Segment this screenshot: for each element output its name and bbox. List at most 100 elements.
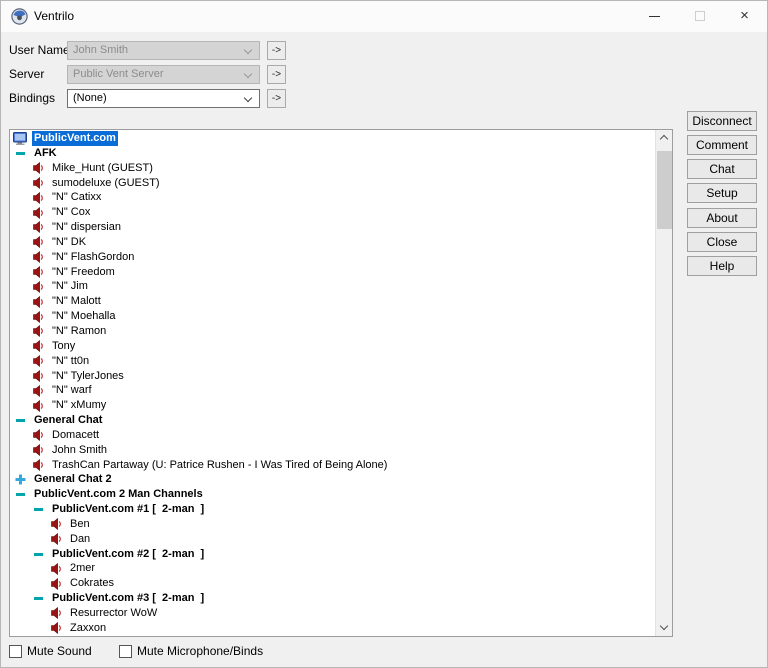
collapse-icon[interactable] (31, 504, 46, 515)
tree-item-user[interactable]: "N" warf (10, 383, 655, 398)
disconnect-button[interactable]: Disconnect (687, 111, 757, 131)
tree-item-channel[interactable]: PublicVent.com #3 [ 2-man ] (10, 591, 655, 606)
tree-item-label: "N" warf (50, 383, 94, 398)
computer-icon (13, 132, 28, 145)
speaker-icon (49, 578, 64, 590)
tree-item-channel_collapsed[interactable]: General Chat 2 (10, 472, 655, 487)
tree-item-user[interactable]: "N" xMumy (10, 398, 655, 413)
tree-item-user[interactable]: 2mer (10, 561, 655, 576)
ventrilo-window: Ventrilo × User Name John Smith -> Serve… (0, 0, 768, 668)
server-edit-button[interactable]: -> (267, 65, 286, 84)
tree-item-channel[interactable]: PublicVent.com 2 Man Channels (10, 487, 655, 502)
speaker-icon (31, 340, 46, 352)
tree-item-user[interactable]: "N" Jim (10, 279, 655, 294)
tree-item-user[interactable]: Mike_Hunt (GUEST) (10, 161, 655, 176)
maximize-button[interactable] (677, 1, 722, 31)
speaker-icon (31, 311, 46, 323)
tree-item-user[interactable]: "N" TylerJones (10, 369, 655, 384)
tree-item-label: Mike_Hunt (GUEST) (50, 161, 155, 176)
collapse-icon[interactable] (13, 489, 28, 500)
tree-item-channel[interactable]: AFK (10, 146, 655, 161)
username-row: User Name John Smith -> (1, 41, 301, 60)
speaker-icon (31, 177, 46, 189)
tree-item-user[interactable]: "N" Catixx (10, 190, 655, 205)
chat-button[interactable]: Chat (687, 159, 757, 179)
tree-item-user[interactable]: "N" Cox (10, 205, 655, 220)
channel-tree[interactable]: PublicVent.comAFKMike_Hunt (GUEST)sumode… (9, 129, 673, 637)
tree-item-label: "N" TylerJones (50, 369, 126, 384)
tree-item-user[interactable]: John Smith (10, 443, 655, 458)
speaker-icon (31, 281, 46, 293)
tree-item-server[interactable]: PublicVent.com (10, 131, 655, 146)
tree-item-channel[interactable]: PublicVent.com #1 [ 2-man ] (10, 502, 655, 517)
mute-microphone-label: Mute Microphone/Binds (137, 644, 263, 658)
server-combobox[interactable]: Public Vent Server (67, 65, 260, 84)
collapse-icon[interactable] (13, 148, 28, 159)
window-title: Ventrilo (34, 9, 74, 23)
tree-item-user[interactable]: "N" Moehalla (10, 309, 655, 324)
collapse-icon[interactable] (31, 593, 46, 604)
setup-button[interactable]: Setup (687, 183, 757, 203)
tree-item-label: PublicVent.com #1 [ 2-man ] (50, 502, 206, 517)
tree-item-label: "N" Cox (50, 205, 92, 220)
speaker-icon (31, 266, 46, 278)
title-bar: Ventrilo × (1, 1, 767, 32)
speaker-icon (49, 533, 64, 545)
tree-item-channel[interactable]: PublicVent.com #2 [ 2-man ] (10, 547, 655, 562)
speaker-icon (31, 192, 46, 204)
tree-item-user[interactable]: "N" Freedom (10, 265, 655, 280)
comment-button[interactable]: Comment (687, 135, 757, 155)
tree-item-label: "N" tt0n (50, 354, 91, 369)
tree-item-user[interactable]: "N" dispersian (10, 220, 655, 235)
minimize-button[interactable] (632, 1, 677, 31)
close-action-button[interactable]: Close (687, 232, 757, 252)
tree-item-user[interactable]: "N" FlashGordon (10, 250, 655, 265)
tree-item-label: General Chat 2 (32, 472, 114, 487)
tree-item-label: "N" Ramon (50, 324, 108, 339)
help-button[interactable]: Help (687, 256, 757, 276)
username-edit-button[interactable]: -> (267, 41, 286, 60)
tree-item-user[interactable]: Dan (10, 532, 655, 547)
scrollbar-thumb[interactable] (657, 151, 672, 229)
tree-item-label: 2mer (68, 561, 97, 576)
tree-item-label: "N" dispersian (50, 220, 123, 235)
bindings-combobox[interactable]: (None) (67, 89, 260, 108)
tree-item-user[interactable]: "N" DK (10, 235, 655, 250)
collapse-icon[interactable] (31, 549, 46, 560)
tree-item-user[interactable]: Domacett (10, 428, 655, 443)
tree-item-user[interactable]: Resurrector WoW (10, 606, 655, 621)
tree-item-label: PublicVent.com 2 Man Channels (32, 487, 205, 502)
scroll-up-icon[interactable] (656, 130, 673, 146)
bindings-edit-button[interactable]: -> (267, 89, 286, 108)
speaker-icon (31, 429, 46, 441)
tree-item-user[interactable]: "N" Ramon (10, 324, 655, 339)
tree-item-user[interactable]: Zaxxon (10, 621, 655, 636)
tree-item-label: General Chat (32, 413, 104, 428)
tree-item-user[interactable]: sumodeluxe (GUEST) (10, 176, 655, 191)
speaker-icon (31, 385, 46, 397)
mute-microphone-checkbox[interactable] (119, 645, 132, 658)
tree-item-user[interactable]: Tony (10, 339, 655, 354)
speaker-icon (31, 207, 46, 219)
speaker-icon (31, 400, 46, 412)
tree-item-label: "N" FlashGordon (50, 250, 136, 265)
username-combobox[interactable]: John Smith (67, 41, 260, 60)
tree-item-label: PublicVent.com (32, 131, 118, 146)
speaker-icon (31, 221, 46, 233)
tree-item-user[interactable]: TrashCan Partaway (U: Patrice Rushen - I… (10, 458, 655, 473)
tree-item-label: "N" Catixx (50, 190, 103, 205)
tree-item-channel[interactable]: General Chat (10, 413, 655, 428)
speaker-icon (31, 162, 46, 174)
speaker-icon (31, 444, 46, 456)
expand-icon[interactable] (13, 474, 28, 485)
mute-sound-checkbox[interactable] (9, 645, 22, 658)
tree-item-user[interactable]: Cokrates (10, 576, 655, 591)
close-button[interactable]: × (722, 1, 767, 31)
tree-item-user[interactable]: "N" tt0n (10, 354, 655, 369)
about-button[interactable]: About (687, 208, 757, 228)
collapse-icon[interactable] (13, 415, 28, 426)
tree-scrollbar[interactable] (655, 130, 672, 636)
scroll-down-icon[interactable] (656, 620, 673, 636)
tree-item-user[interactable]: "N" Malott (10, 294, 655, 309)
tree-item-user[interactable]: Ben (10, 517, 655, 532)
